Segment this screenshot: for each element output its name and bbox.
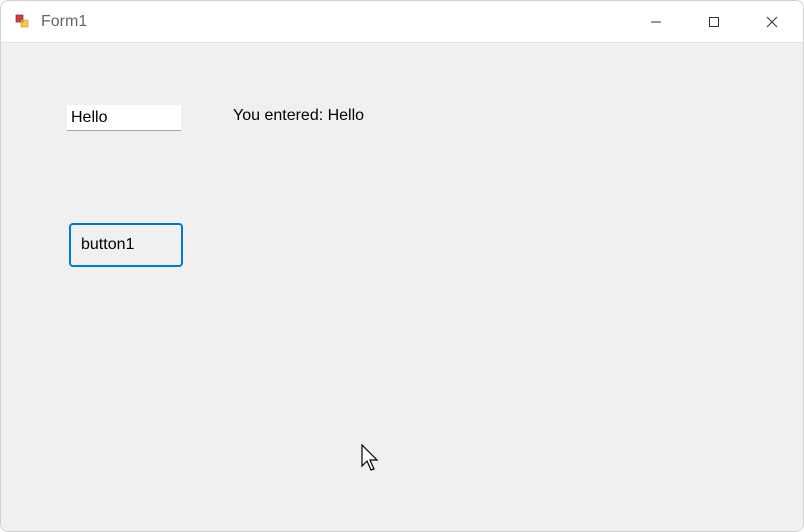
window-controls	[627, 1, 801, 42]
client-area: You entered: Hello button1	[1, 43, 803, 531]
app-icon	[13, 12, 33, 32]
window-frame: Form1 You entered: Hello but	[0, 0, 804, 532]
titlebar[interactable]: Form1	[1, 1, 803, 43]
text-input[interactable]	[67, 105, 181, 131]
maximize-button[interactable]	[685, 1, 743, 42]
minimize-button[interactable]	[627, 1, 685, 42]
cursor-icon	[361, 444, 383, 479]
output-label: You entered: Hello	[233, 107, 364, 125]
close-button[interactable]	[743, 1, 801, 42]
submit-button[interactable]: button1	[69, 223, 183, 267]
window-title: Form1	[41, 13, 627, 31]
